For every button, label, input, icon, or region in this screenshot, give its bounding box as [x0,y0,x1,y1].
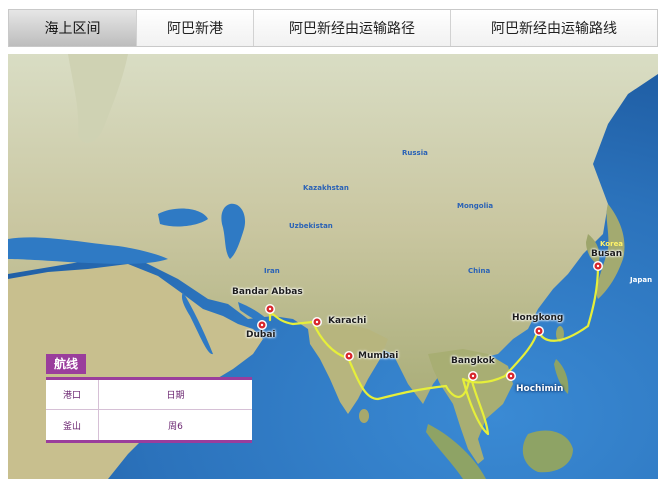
country-label-kazakhstan: Kazakhstan [303,184,349,192]
port-label-dubai: Dubai [246,330,276,340]
country-label-china: China [468,267,491,275]
legend-table: 港口 日期 釜山 周6 [46,377,252,443]
route-legend: 航线 港口 日期 釜山 周6 [46,353,252,443]
port-marker-mumbai [344,351,354,361]
legend-header-row: 港口 日期 [46,380,252,410]
port-label-hongkong: Hongkong [512,313,564,323]
legend-title: 航线 [46,354,87,374]
legend-cell-date: 周6 [168,421,183,432]
port-label-hochimin: Hochimin [516,384,564,394]
tab-aba-new-port[interactable]: 阿巴新港 [137,10,254,46]
port-label-bangkok: Bangkok [451,356,495,366]
port-label-busan: Busan [591,249,623,259]
tab-sea-section[interactable]: 海上区间 [9,10,137,46]
port-label-karachi: Karachi [328,316,367,326]
port-marker-hochimin [506,371,516,381]
port-marker-dubai [257,320,267,330]
port-marker-bangkok [468,371,478,381]
port-marker-bandar-abbas [265,304,275,314]
port-label-bandar-abbas: Bandar Abbas [232,287,303,297]
tab-transit-route[interactable]: 阿巴新经由运输路线 [451,10,657,46]
country-label-korea: Korea [600,240,624,248]
legend-header-port: 港口 [46,380,99,409]
country-label-uzbekistan: Uzbekistan [289,222,333,230]
tab-bar: 海上区间 阿巴新港 阿巴新经由运输路径 阿巴新经由运输路线 [8,9,658,47]
legend-row: 釜山 周6 [46,410,252,440]
country-label-iran: Iran [264,267,280,275]
port-label-mumbai: Mumbai [358,351,399,361]
port-marker-busan [593,261,603,271]
port-marker-hongkong [534,326,544,336]
legend-header-date: 日期 [166,391,185,401]
country-label-japan: Japan [630,276,653,284]
country-label-mongolia: Mongolia [457,202,494,210]
tab-transit-path[interactable]: 阿巴新经由运输路径 [254,10,451,46]
country-label-russia: Russia [402,149,428,157]
port-marker-karachi [312,317,322,327]
legend-cell-port: 釜山 [46,410,99,440]
